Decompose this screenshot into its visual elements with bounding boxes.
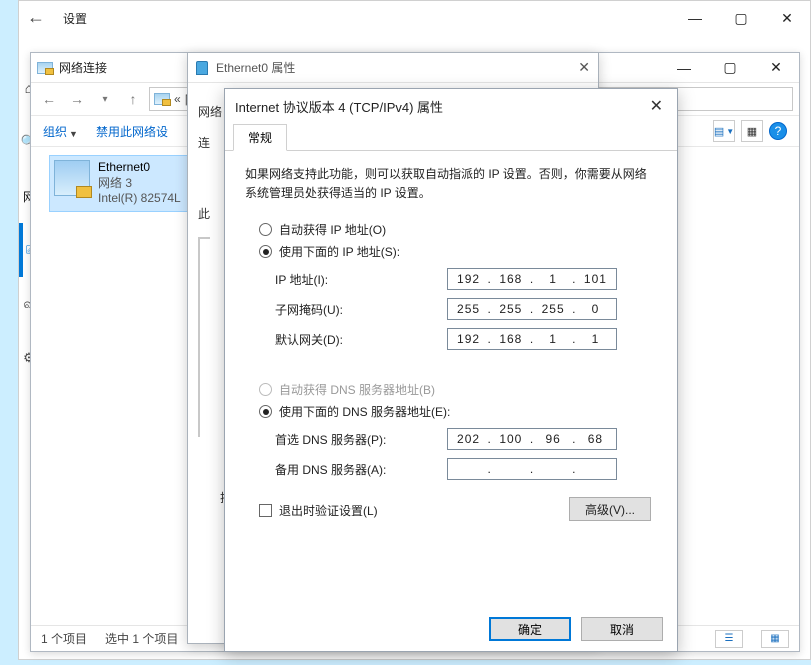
advanced-button[interactable]: 高级(V)... [569,497,651,521]
settings-close-button[interactable]: ✕ [764,1,810,35]
ethprops-listbox-edge [198,237,210,437]
radio-ip-manual[interactable]: 使用下面的 IP 地址(S): [259,243,657,260]
cancel-button[interactable]: 取消 [581,617,663,641]
nic-network: 网络 3 [98,176,181,192]
dns1-label: 首选 DNS 服务器(P): [275,431,447,448]
radio-icon [259,383,272,396]
settings-titlebar: 设置 — ▢ ✕ [19,1,810,35]
settings-window-controls: — ▢ ✕ [672,1,810,35]
radio-dns-auto: 自动获得 DNS 服务器地址(B) [259,381,657,398]
radio-icon [259,405,272,418]
ip-address-label: IP 地址(I): [275,271,447,288]
ipv4-close-button[interactable]: ✕ [646,96,667,116]
radio-ip-manual-label: 使用下面的 IP 地址(S): [279,243,400,260]
radio-dns-manual-label: 使用下面的 DNS 服务器地址(E): [279,403,450,420]
network-connections-icon [37,62,53,74]
status-view-icons[interactable]: ▦ [761,630,789,648]
radio-dns-auto-label: 自动获得 DNS 服务器地址(B) [279,381,435,398]
view-details-button[interactable]: ▦ [741,120,763,142]
toolbar-organize[interactable]: 组织▼ [43,123,78,140]
dns1-input[interactable]: 202. 100. 96. 68 [447,428,617,450]
explorer-min-button[interactable]: — [661,51,707,85]
ok-button[interactable]: 确定 [489,617,571,641]
nic-icon [54,160,90,196]
radio-ip-auto-label: 自动获得 IP 地址(O) [279,221,386,238]
settings-title: 设置 [19,10,672,27]
subnet-mask-label: 子网掩码(U): [275,301,447,318]
addr-prefix: « [174,92,181,106]
status-view-details[interactable]: ☰ [715,630,743,648]
gateway-label: 默认网关(D): [275,331,447,348]
dns2-label: 备用 DNS 服务器(A): [275,461,447,478]
ipv4-titlebar: Internet 协议版本 4 (TCP/IPv4) 属性 ✕ [225,89,677,123]
ipv4-description: 如果网络支持此功能，则可以获取自动指派的 IP 设置。否则，你需要从网络系统管理… [245,165,657,203]
ip-address-input[interactable]: 192. 168. 1. 101 [447,268,617,290]
ethprops-close-button[interactable]: ✕ [578,59,590,76]
gateway-input[interactable]: 192. 168. 1. 1 [447,328,617,350]
checkbox-icon [259,504,272,517]
explorer-close-button[interactable]: ✕ [753,51,799,85]
nav-back-button[interactable]: ← [37,87,61,111]
nic-driver: Intel(R) 82574L [98,191,181,207]
ethprops-titlebar: Ethernet0 属性 ✕ [188,53,598,83]
radio-ip-auto[interactable]: 自动获得 IP 地址(O) [259,221,657,238]
nav-forward-button[interactable]: → [65,87,89,111]
addr-folder-icon [154,93,170,105]
ipv4-properties-dialog: Internet 协议版本 4 (TCP/IPv4) 属性 ✕ 常规 如果网络支… [224,88,678,652]
radio-icon [259,245,272,258]
validate-label: 退出时验证设置(L) [279,502,378,519]
nav-up-button[interactable]: ↑ [121,87,145,111]
ethprops-title: Ethernet0 属性 [216,59,295,76]
ethprops-net-label: 网络 [198,103,222,122]
nic-name: Ethernet0 [98,160,181,176]
settings-max-button[interactable]: ▢ [718,1,764,35]
radio-dns-manual[interactable]: 使用下面的 DNS 服务器地址(E): [259,403,657,420]
ipv4-title: Internet 协议版本 4 (TCP/IPv4) 属性 [235,97,443,116]
status-count: 1 个项目 [41,630,87,647]
subnet-mask-input[interactable]: 255. 255. 255. 0 [447,298,617,320]
view-icons-button[interactable]: ▤▼ [713,120,735,142]
dns2-input[interactable]: . . . [447,458,617,480]
explorer-max-button[interactable]: ▢ [707,51,753,85]
tab-general[interactable]: 常规 [233,124,287,151]
back-arrow-icon[interactable]: ← [27,7,45,28]
settings-min-button[interactable]: — [672,1,718,35]
view-buttons: ▤▼ ▦ ? [713,120,787,142]
help-button[interactable]: ? [769,122,787,140]
ethprops-conn-label: 连 [198,134,216,153]
nic-item-ethernet0[interactable]: Ethernet0 网络 3 Intel(R) 82574L [49,155,209,212]
ethprops-title-icon [196,61,208,75]
ipv4-footer: 确定 取消 [225,607,677,651]
ipv4-body: 如果网络支持此功能，则可以获取自动指派的 IP 设置。否则，你需要从网络系统管理… [225,151,677,607]
radio-icon [259,223,272,236]
ipv4-tabrow: 常规 [225,123,677,151]
nav-recent-button[interactable]: ▾ [93,87,117,111]
toolbar-disable[interactable]: 禁用此网络设 [96,123,168,140]
ethprops-this-label: 此 [198,205,216,224]
status-selected: 选中 1 个项目 [105,630,178,647]
